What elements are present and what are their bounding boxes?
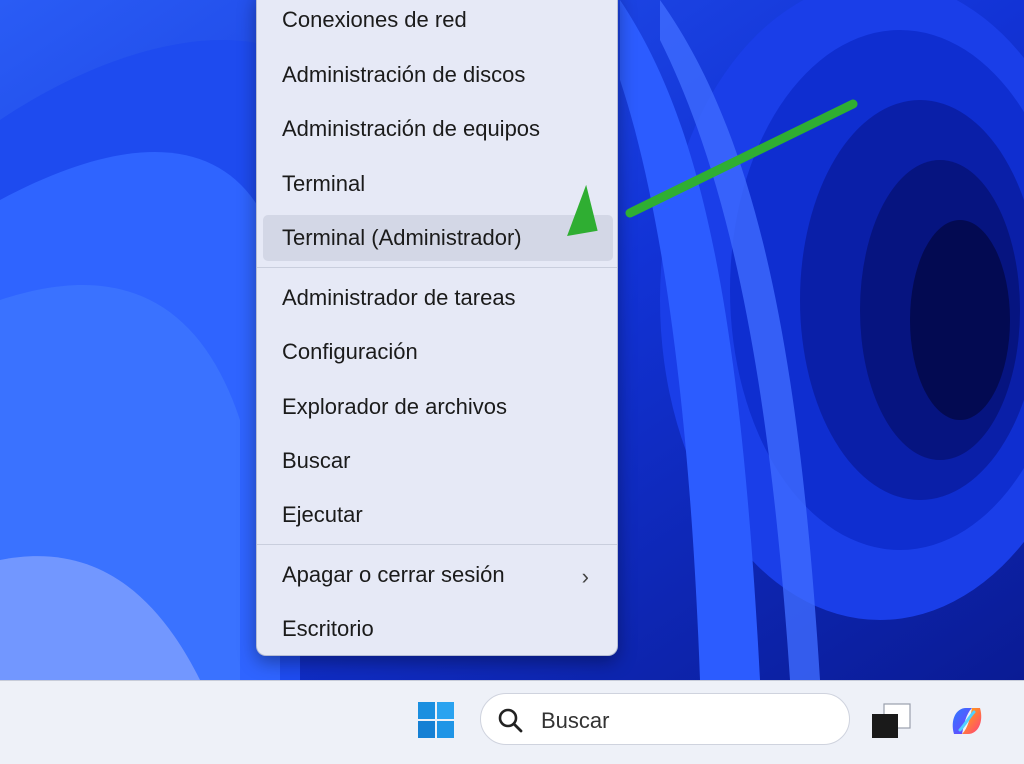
menu-item-ejecutar[interactable]: Ejecutar [263, 492, 613, 538]
menu-item-label: Administración de equipos [282, 116, 541, 141]
taskbar-search-box[interactable] [480, 693, 850, 745]
menu-item-configuracion[interactable]: Configuración [263, 329, 613, 375]
menu-item-label: Configuración [282, 339, 418, 364]
copilot-icon[interactable] [946, 700, 988, 742]
menu-item-terminal[interactable]: Terminal [263, 161, 613, 207]
menu-item-buscar[interactable]: Buscar [263, 438, 613, 484]
menu-item-administrador-de-tareas[interactable]: Administrador de tareas [263, 275, 613, 321]
menu-separator [257, 267, 617, 268]
menu-item-administracion-de-equipos[interactable]: Administración de equipos [263, 106, 613, 152]
menu-item-conexiones-de-red[interactable]: Conexiones de red [263, 0, 613, 43]
menu-item-label: Terminal [282, 171, 366, 196]
menu-item-label: Administración de discos [282, 62, 526, 87]
menu-item-label: Explorador de archivos [282, 394, 508, 419]
menu-item-label: Conexiones de red [282, 7, 467, 32]
menu-item-label: Administrador de tareas [282, 285, 516, 310]
menu-item-explorador-de-archivos[interactable]: Explorador de archivos [263, 384, 613, 430]
search-icon [498, 708, 523, 733]
menu-item-administracion-de-discos[interactable]: Administración de discos [263, 52, 613, 98]
menu-item-label: Buscar [282, 448, 351, 473]
task-view-icon[interactable] [870, 700, 914, 740]
menu-item-terminal-administrador[interactable]: Terminal (Administrador) [263, 215, 613, 261]
menu-item-label: Escritorio [282, 616, 374, 641]
menu-item-label: Apagar o cerrar sesión [282, 562, 505, 587]
menu-separator [257, 544, 617, 545]
menu-item-label: Ejecutar [282, 502, 363, 527]
menu-item-label: Terminal (Administrador) [282, 225, 522, 250]
search-placeholder: Buscar [541, 708, 610, 733]
menu-item-escritorio[interactable]: Escritorio [263, 606, 613, 652]
menu-item-apagar-o-cerrar-sesion[interactable]: Apagar o cerrar sesión › [263, 552, 613, 598]
windows-start-icon[interactable] [416, 700, 456, 740]
chevron-right-icon: › [581, 564, 589, 589]
context-menu: Conexiones de red Administración de disc… [256, 0, 618, 656]
